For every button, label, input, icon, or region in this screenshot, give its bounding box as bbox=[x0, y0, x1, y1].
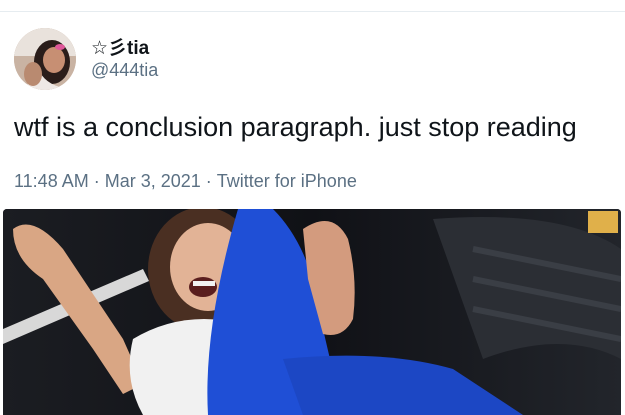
tweet-date[interactable]: Mar 3, 2021 bbox=[105, 171, 201, 192]
tweet-metadata: 11:48 AM · Mar 3, 2021 · Twitter for iPhone bbox=[14, 171, 357, 192]
meta-separator: · bbox=[93, 171, 100, 191]
tweet-time[interactable]: 11:48 AM bbox=[14, 171, 89, 192]
avatar[interactable] bbox=[14, 28, 76, 90]
avatar-image bbox=[14, 28, 76, 90]
author-handle[interactable]: @444tia bbox=[91, 60, 158, 81]
tweet-text: wtf is a conclusion paragraph. just stop… bbox=[14, 112, 577, 142]
top-divider bbox=[0, 11, 625, 12]
meta-separator: · bbox=[205, 171, 212, 191]
author-display-name[interactable]: ☆彡tia bbox=[91, 33, 149, 60]
tweet-media-gif[interactable] bbox=[3, 209, 621, 415]
gif-frame-image bbox=[3, 209, 621, 415]
tweet-source[interactable]: Twitter for iPhone bbox=[217, 171, 357, 192]
